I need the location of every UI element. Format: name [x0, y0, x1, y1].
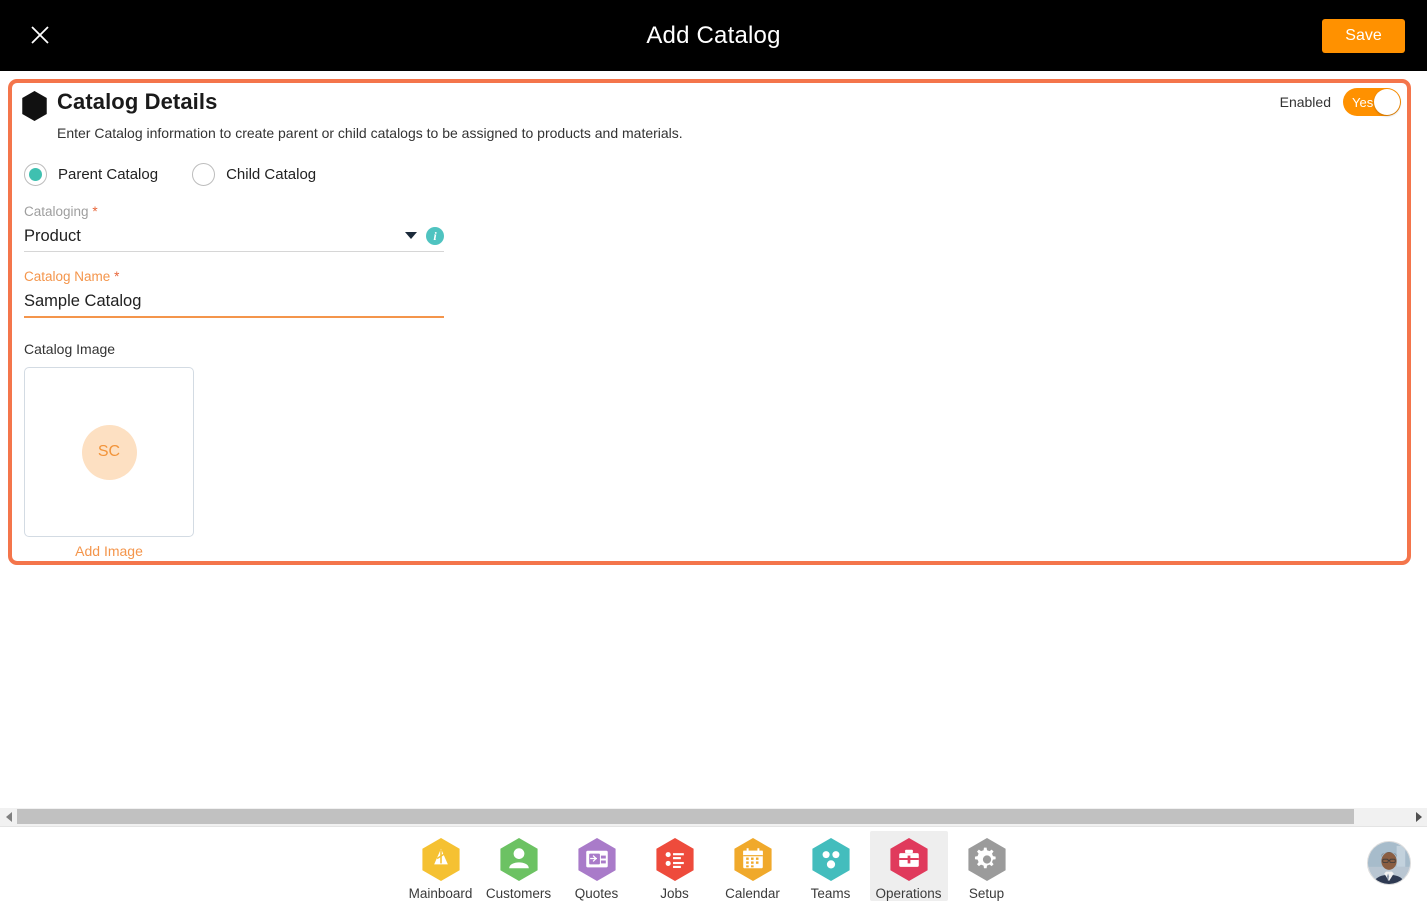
catalog-image-box[interactable]: SC: [24, 367, 194, 537]
chevron-down-icon[interactable]: [405, 232, 417, 239]
catalog-type-radio-group: Parent Catalog Child Catalog: [24, 163, 316, 186]
cataloging-field: Cataloging * i: [24, 203, 444, 252]
nav-label-customers: Customers: [485, 885, 552, 901]
cataloging-label: Cataloging *: [24, 203, 444, 221]
radio-parent-catalog-label: Parent Catalog: [58, 166, 159, 183]
content-area: Catalog Details Enabled Yes Enter Catalo…: [0, 71, 1427, 826]
nav-item-calendar[interactable]: Calendar: [714, 831, 792, 901]
bottom-navigation-bar: Mainboard Customers Quotes Jobs Calendar…: [0, 826, 1427, 904]
nav-item-quotes[interactable]: Quotes: [558, 831, 636, 901]
nav-item-setup[interactable]: Setup: [948, 831, 1026, 901]
catalog-name-input[interactable]: [24, 291, 444, 311]
radio-selected-dot: [29, 168, 42, 181]
add-image-button[interactable]: Add Image: [24, 543, 194, 559]
enabled-label: Enabled: [1279, 94, 1331, 110]
quotes-icon: [577, 837, 616, 881]
catalog-name-label: Catalog Name *: [24, 268, 444, 286]
nav-items: Mainboard Customers Quotes Jobs Calendar…: [402, 830, 1026, 901]
nav-label-teams: Teams: [810, 885, 851, 901]
catalog-details-card: Catalog Details Enabled Yes Enter Catalo…: [8, 79, 1411, 565]
save-button[interactable]: Save: [1322, 19, 1405, 53]
nav-item-mainboard[interactable]: Mainboard: [402, 831, 480, 901]
required-marker: *: [92, 204, 98, 219]
nav-item-operations[interactable]: Operations: [869, 830, 948, 901]
nav-label-quotes: Quotes: [574, 885, 619, 901]
top-header-bar: Add Catalog Save: [0, 0, 1427, 71]
radio-circle-icon: [192, 163, 216, 186]
toggle-knob: [1374, 89, 1400, 115]
cataloging-label-text: Cataloging: [24, 204, 89, 219]
avatar-photo: [1368, 842, 1410, 884]
teams-icon: [811, 837, 850, 881]
arrow-left-glyph: [5, 812, 12, 822]
arrow-left-icon[interactable]: [0, 808, 17, 826]
arrow-right-icon[interactable]: [1410, 808, 1427, 826]
cataloging-select[interactable]: [24, 226, 444, 246]
nav-label-operations: Operations: [875, 885, 942, 901]
scrollbar-thumb[interactable]: [17, 809, 1354, 824]
hexagon-icon: [22, 90, 47, 122]
nav-label-jobs: Jobs: [660, 885, 689, 901]
radio-circle-icon: [24, 163, 47, 186]
catalog-image-section: Catalog Image SC Add Image: [24, 341, 194, 559]
horizontal-scrollbar[interactable]: [0, 808, 1427, 826]
operations-icon: [889, 837, 928, 881]
scrollbar-track[interactable]: [17, 808, 1410, 826]
cataloging-underline: [24, 251, 444, 252]
nav-item-customers[interactable]: Customers: [480, 831, 558, 901]
card-description: Enter Catalog information to create pare…: [57, 125, 683, 141]
mainboard-icon: [421, 837, 460, 881]
nav-label-setup: Setup: [968, 885, 1005, 901]
calendar-icon: [733, 837, 772, 881]
catalog-name-underline: [24, 316, 444, 318]
catalog-image-label: Catalog Image: [24, 341, 116, 357]
radio-child-catalog[interactable]: Child Catalog: [192, 163, 316, 186]
enabled-toggle[interactable]: Yes: [1343, 88, 1401, 116]
customers-icon: [499, 837, 538, 881]
page-title: Add Catalog: [646, 21, 781, 49]
avatar-initials: SC: [81, 424, 137, 480]
info-icon[interactable]: i: [426, 227, 444, 245]
arrow-right-glyph: [1415, 812, 1422, 822]
catalog-name-field: Catalog Name *: [24, 268, 444, 318]
enabled-toggle-group: Enabled Yes: [1280, 88, 1401, 116]
nav-label-mainboard: Mainboard: [408, 885, 473, 901]
jobs-icon: [655, 837, 694, 881]
nav-item-teams[interactable]: Teams: [792, 831, 870, 901]
nav-item-jobs[interactable]: Jobs: [636, 831, 714, 901]
catalog-name-input-row[interactable]: [24, 286, 444, 316]
toggle-value-label: Yes: [1352, 94, 1374, 110]
catalog-name-label-text: Catalog Name: [24, 269, 111, 284]
setup-icon: [967, 837, 1006, 881]
radio-parent-catalog[interactable]: Parent Catalog: [24, 163, 158, 186]
user-avatar[interactable]: [1367, 841, 1411, 885]
required-marker: *: [114, 269, 120, 284]
nav-label-calendar: Calendar: [725, 885, 780, 901]
cataloging-input-row[interactable]: i: [24, 221, 444, 251]
card-title: Catalog Details: [57, 89, 218, 114]
radio-child-catalog-label: Child Catalog: [226, 166, 317, 183]
